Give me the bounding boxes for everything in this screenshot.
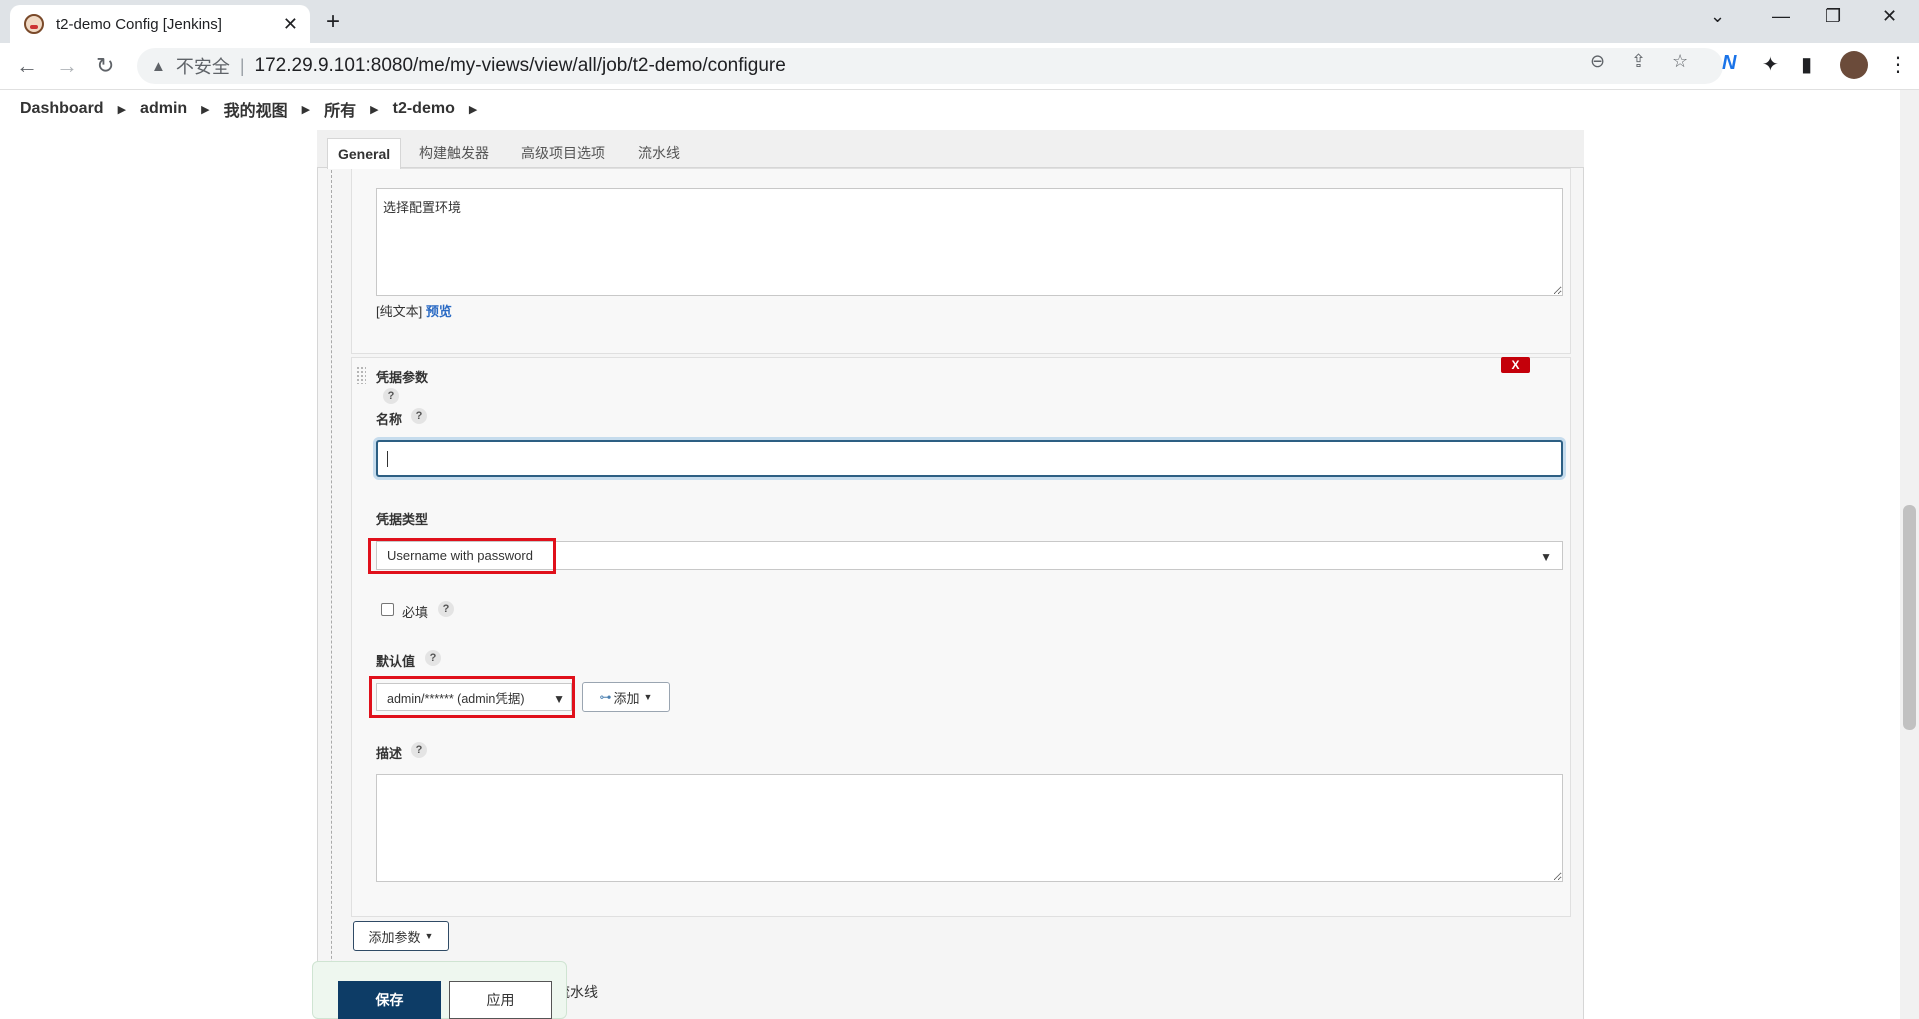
scrollbar-thumb[interactable]	[1903, 505, 1916, 730]
section-guide-line	[331, 170, 332, 1019]
add-parameter-button[interactable]: 添加参数 ▼	[353, 921, 449, 951]
profile-avatar[interactable]	[1840, 51, 1868, 79]
divider: |	[239, 55, 245, 76]
forward-icon[interactable]: →	[56, 53, 78, 79]
url-text[interactable]: 172.29.9.101:8080/me/my-views/view/all/j…	[255, 55, 786, 77]
breadcrumb-arrow-icon[interactable]: ▶	[118, 103, 126, 116]
address-bar[interactable]: ▲ 不安全 | 172.29.9.101:8080/me/my-views/vi…	[137, 48, 1723, 84]
breadcrumb-all[interactable]: 所有	[324, 97, 356, 121]
credential-type-label: 凭据类型	[376, 512, 429, 527]
plain-text-label: [纯文本]	[376, 304, 423, 319]
help-icon[interactable]: ?	[411, 408, 427, 424]
close-window-icon[interactable]: ✕	[1882, 6, 1897, 27]
add-credential-button[interactable]: ⊶ 添加 ▼	[582, 682, 670, 712]
breadcrumb-arrow-icon[interactable]: ▶	[469, 103, 477, 116]
side-panel-icon[interactable]: ▮	[1801, 52, 1812, 77]
breadcrumb-arrow-icon[interactable]: ▶	[370, 103, 378, 116]
add-parameter-label: 添加参数	[368, 929, 421, 945]
breadcrumb-admin[interactable]: admin	[140, 100, 187, 118]
minimize-icon[interactable]: —	[1772, 6, 1790, 27]
description-label: 描述	[376, 746, 403, 761]
highlight-box	[369, 676, 575, 718]
default-value-label: 默认值	[376, 654, 416, 669]
description-textarea[interactable]	[376, 774, 1563, 882]
new-tab-icon[interactable]: +	[326, 8, 340, 36]
name-input[interactable]	[376, 440, 1563, 477]
tab-general[interactable]: General	[327, 138, 402, 169]
previous-description-textarea[interactable]: 选择配置环境	[376, 188, 1563, 296]
back-icon[interactable]: ←	[16, 53, 38, 79]
text-caret	[387, 451, 388, 467]
config-tab-bar: General 构建触发器 高级项目选项 流水线	[317, 130, 1584, 169]
share-icon[interactable]: ⇪	[1631, 51, 1646, 72]
name-label: 名称	[376, 412, 403, 427]
caret-down-icon: ▼	[424, 931, 434, 941]
delete-parameter-button[interactable]: X	[1501, 357, 1530, 373]
breadcrumb-arrow-icon[interactable]: ▶	[302, 103, 310, 116]
save-button[interactable]: 保存	[338, 981, 441, 1019]
tab-title: t2-demo Config [Jenkins]	[56, 15, 222, 33]
breadcrumb-my-views[interactable]: 我的视图	[224, 97, 288, 121]
required-checkbox[interactable]	[381, 603, 394, 616]
preview-link[interactable]: 预览	[426, 304, 452, 319]
extension-n-icon[interactable]: N	[1722, 52, 1736, 75]
tab-pipeline[interactable]: 流水线	[638, 138, 680, 168]
help-icon[interactable]: ?	[383, 388, 399, 404]
zoom-icon[interactable]: ⊖	[1590, 51, 1605, 72]
reload-icon[interactable]: ↻	[96, 53, 114, 79]
help-icon[interactable]: ?	[411, 742, 427, 758]
chevron-down-icon: ▼	[1540, 550, 1552, 564]
browser-toolbar: ← → ↻ ▲ 不安全 | 172.29.9.101:8080/me/my-vi…	[0, 43, 1919, 90]
breadcrumb: Dashboard ▶ admin ▶ 我的视图 ▶ 所有 ▶ t2-demo …	[0, 90, 1900, 128]
required-label: 必填	[402, 605, 429, 620]
restore-icon[interactable]: ❐	[1825, 6, 1841, 27]
page-scrollbar[interactable]	[1900, 90, 1919, 1019]
tab-search-icon[interactable]: ⌄	[1710, 6, 1725, 27]
warning-icon[interactable]: ▲	[151, 58, 166, 75]
drag-handle-icon[interactable]	[356, 366, 366, 384]
highlight-box	[368, 538, 556, 574]
markup-format-note: [纯文本] 预览	[376, 301, 452, 320]
add-credential-label: 添加	[613, 690, 640, 706]
jenkins-favicon-icon	[24, 14, 44, 34]
menu-kebab-icon[interactable]: ⋮	[1888, 52, 1908, 77]
breadcrumb-job[interactable]: t2-demo	[393, 100, 455, 118]
credential-param-title: 凭据参数	[376, 370, 429, 385]
security-label[interactable]: 不安全	[176, 53, 230, 79]
breadcrumb-arrow-icon[interactable]: ▶	[201, 103, 209, 116]
tab-advanced-options[interactable]: 高级项目选项	[521, 138, 605, 168]
close-tab-icon[interactable]: ✕	[283, 14, 298, 35]
caret-down-icon: ▼	[643, 692, 653, 702]
browser-tab-bar: t2-demo Config [Jenkins] ✕ + ⌄ — ❐ ✕	[0, 0, 1919, 43]
tab-build-triggers[interactable]: 构建触发器	[419, 138, 489, 168]
browser-tab[interactable]: t2-demo Config [Jenkins] ✕	[10, 5, 310, 43]
help-icon[interactable]: ?	[438, 601, 454, 617]
breadcrumb-dashboard[interactable]: Dashboard	[20, 100, 104, 118]
apply-button[interactable]: 应用	[449, 981, 552, 1019]
help-icon[interactable]: ?	[425, 650, 441, 666]
extensions-puzzle-icon[interactable]: ✦	[1762, 52, 1779, 77]
key-icon: ⊶	[599, 690, 612, 704]
bookmark-star-icon[interactable]: ☆	[1672, 51, 1688, 72]
